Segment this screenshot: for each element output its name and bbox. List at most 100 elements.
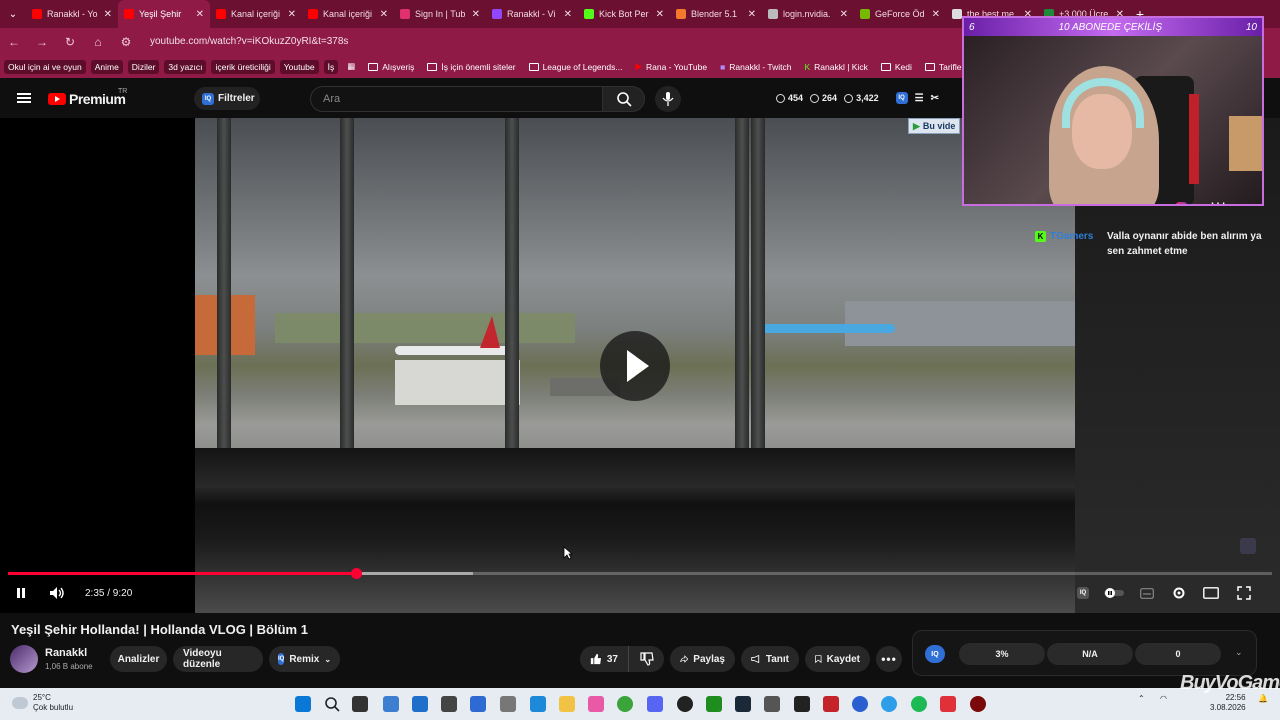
chrome-icon[interactable]: [617, 696, 633, 712]
browser-tab[interactable]: GeForce Öd ✕: [854, 0, 946, 28]
start-icon[interactable]: [295, 696, 311, 712]
bookmark-chip[interactable]: Diziler: [127, 59, 160, 74]
fullscreen-button[interactable]: [1236, 585, 1252, 601]
iq-player-button[interactable]: IQ: [1075, 585, 1091, 601]
settings-button[interactable]: [1171, 585, 1187, 601]
bookmark-folder[interactable]: Alışveriş: [364, 62, 418, 72]
filters-button[interactable]: IQ Filtreler: [194, 87, 260, 110]
dislike-button[interactable]: [628, 646, 664, 672]
browser-tab[interactable]: Yeşil Şehir ✕: [118, 0, 210, 28]
tab-search-icon[interactable]: ⌄: [0, 0, 26, 28]
bookmark-chip[interactable]: Okul için ai ve oyun: [4, 59, 86, 74]
browser-tab[interactable]: Kanal içeriği ✕: [210, 0, 302, 28]
close-tab-icon[interactable]: ✕: [840, 9, 848, 20]
bookmark-chip[interactable]: 3d yazıcı: [164, 59, 207, 74]
back-icon[interactable]: ←: [6, 35, 22, 49]
remix-button[interactable]: IQ Remix ⌄: [269, 646, 340, 672]
bookmark-folder[interactable]: İş için önemli siteler: [423, 62, 519, 72]
close-tab-icon[interactable]: ✕: [932, 9, 940, 20]
bookmark-chip[interactable]: içerik üreticiliği: [211, 59, 275, 74]
bookmark-chip[interactable]: Youtube: [279, 59, 319, 74]
app-icon[interactable]: [470, 696, 486, 712]
settings-app-icon[interactable]: [500, 696, 516, 712]
iq-icon[interactable]: IQ: [895, 92, 908, 104]
pause-button[interactable]: [13, 585, 29, 601]
app-icon[interactable]: [764, 696, 780, 712]
autoplay-toggle[interactable]: [1103, 585, 1125, 601]
menu-icon[interactable]: [17, 93, 31, 103]
teams-icon[interactable]: [412, 696, 428, 712]
weather-widget[interactable]: 25°C Çok bulutlu: [12, 693, 73, 713]
file-explorer-icon[interactable]: [559, 696, 575, 712]
browser-tab[interactable]: Sign In | Tub ✕: [394, 0, 486, 28]
bookmark-link[interactable]: ■ Ranakkl - Twitch: [716, 62, 795, 72]
home-icon[interactable]: ⌂: [90, 35, 106, 49]
url-field[interactable]: youtube.com/watch?v=iKOkuzZ0yRI&t=378s: [150, 36, 348, 47]
app-icon[interactable]: [441, 696, 457, 712]
chevron-down-icon[interactable]: ⌄: [1235, 647, 1243, 658]
voice-search-button[interactable]: [655, 86, 681, 112]
brand-name[interactable]: Premium: [69, 91, 126, 107]
clear-icon[interactable]: ✂: [931, 93, 939, 104]
browser-tab[interactable]: Blender 5.1 ✕: [670, 0, 762, 28]
scrubber-handle[interactable]: [350, 568, 362, 579]
system-clock[interactable]: 22:56 3.08.2026: [1210, 693, 1246, 713]
forward-icon[interactable]: →: [34, 35, 50, 49]
analytics-button[interactable]: Analizler: [110, 646, 167, 672]
spotify-icon[interactable]: [911, 696, 927, 712]
edit-video-button[interactable]: Videoyu düzenle: [173, 646, 263, 672]
task-view-icon[interactable]: [352, 696, 368, 712]
bookmark-chip[interactable]: İş: [323, 59, 339, 74]
bookmark-link[interactable]: ▶ Rana - YouTube: [631, 61, 711, 72]
subtitles-button[interactable]: [1139, 585, 1155, 601]
app-icon[interactable]: [530, 696, 546, 712]
app-icon[interactable]: [881, 696, 897, 712]
big-play-button[interactable]: [600, 331, 670, 401]
volume-button[interactable]: [48, 585, 66, 601]
steam-icon[interactable]: [735, 696, 751, 712]
close-tab-icon[interactable]: ✕: [472, 9, 480, 20]
wifi-icon[interactable]: ◠: [1160, 694, 1167, 703]
more-actions-button[interactable]: •••: [876, 646, 902, 672]
site-info-icon[interactable]: ⚙: [118, 35, 134, 49]
browser-tab[interactable]: Ranakkl - Vi ✕: [486, 0, 578, 28]
taskbar-search-icon[interactable]: [324, 696, 340, 712]
channel-name[interactable]: Ranakkl: [45, 647, 87, 659]
notification-icon[interactable]: 🔔: [1258, 694, 1268, 703]
browser-tab[interactable]: login.nvidia. ✕: [762, 0, 854, 28]
list-icon[interactable]: ☰: [915, 93, 924, 104]
bookmark-link[interactable]: K Ranakkl | Kick: [800, 62, 871, 72]
app-icon[interactable]: [940, 696, 956, 712]
browser-tab[interactable]: Kick Bot Per ✕: [578, 0, 670, 28]
browser-tab[interactable]: Kanal içeriği ✕: [302, 0, 394, 28]
app-icon[interactable]: [970, 696, 986, 712]
widgets-icon[interactable]: [383, 696, 399, 712]
close-tab-icon[interactable]: ✕: [104, 9, 112, 20]
xbox-icon[interactable]: [706, 696, 722, 712]
close-tab-icon[interactable]: ✕: [748, 9, 756, 20]
discord-icon[interactable]: [647, 696, 663, 712]
progress-bar[interactable]: [8, 568, 1272, 579]
app-icon[interactable]: [588, 696, 604, 712]
close-tab-icon[interactable]: ✕: [288, 9, 296, 20]
bookmark-chip[interactable]: Anime: [90, 59, 123, 74]
youtube-logo-icon[interactable]: [48, 93, 66, 105]
bookmark-folder[interactable]: Kedi: [877, 62, 916, 72]
save-button[interactable]: Kaydet: [805, 646, 870, 672]
epic-games-icon[interactable]: [794, 696, 810, 712]
overlay-badge[interactable]: ▶ Bu vide: [908, 118, 961, 134]
promote-button[interactable]: Tanıt: [741, 646, 799, 672]
like-button[interactable]: 37: [580, 646, 628, 672]
close-tab-icon[interactable]: ✕: [656, 9, 664, 20]
app-icon[interactable]: [677, 696, 693, 712]
search-input[interactable]: Ara: [310, 86, 603, 112]
apps-grid-icon[interactable]: ▦: [343, 61, 359, 72]
app-icon[interactable]: [823, 696, 839, 712]
share-button[interactable]: Paylaş: [670, 646, 735, 672]
bookmark-folder[interactable]: League of Legends...: [525, 62, 627, 72]
channel-avatar[interactable]: [10, 645, 38, 673]
search-button[interactable]: [602, 86, 645, 112]
close-tab-icon[interactable]: ✕: [196, 9, 204, 20]
app-icon[interactable]: [852, 696, 868, 712]
reload-icon[interactable]: ↻: [62, 35, 78, 49]
